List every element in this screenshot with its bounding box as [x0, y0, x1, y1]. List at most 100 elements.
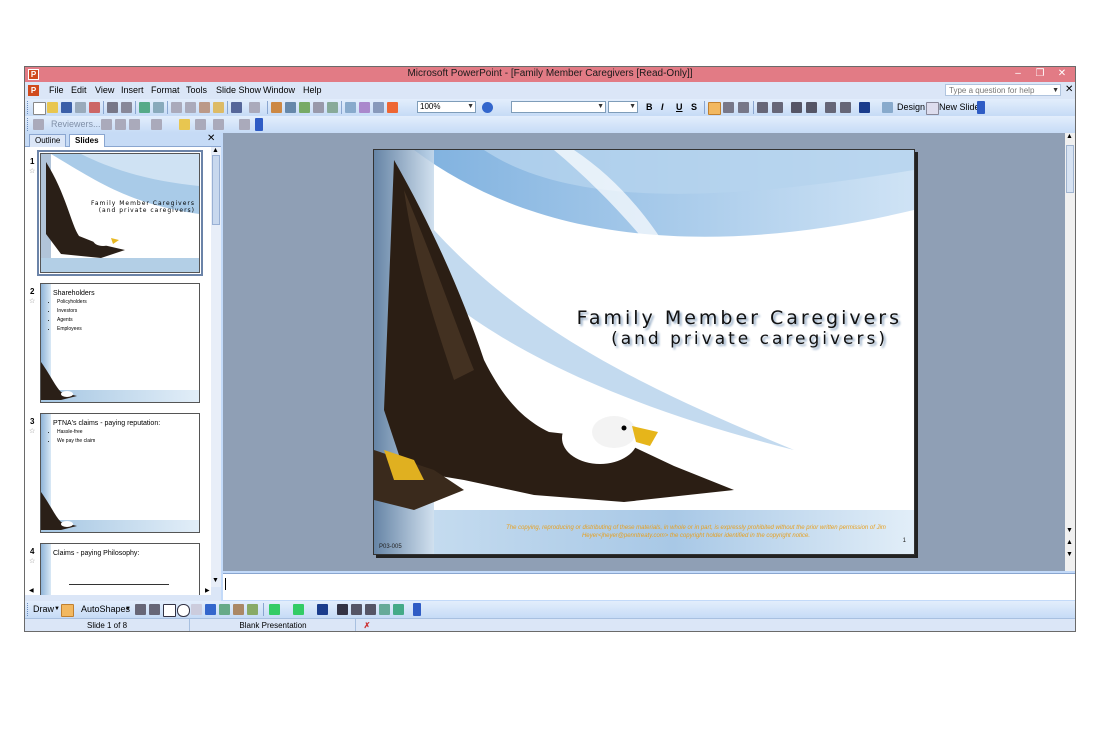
scroll-thumb[interactable]: [212, 155, 220, 225]
menu-edit[interactable]: Edit: [71, 85, 87, 95]
insert-picture-icon[interactable]: [327, 102, 338, 113]
print-preview-icon[interactable]: [121, 102, 132, 113]
toolbar-options-icon[interactable]: [255, 118, 263, 131]
underline-button[interactable]: U: [676, 102, 683, 112]
font-color-icon[interactable]: [859, 102, 870, 113]
previous-item-icon[interactable]: [101, 119, 112, 130]
fill-color-icon[interactable]: [269, 604, 280, 615]
decrease-indent-icon[interactable]: [825, 102, 836, 113]
rectangle-icon[interactable]: [163, 604, 176, 617]
edit-comment-icon[interactable]: [195, 119, 206, 130]
tables-borders-icon[interactable]: [299, 102, 310, 113]
slide-thumbnail-3[interactable]: PTNA's claims - paying reputation: Hassl…: [40, 413, 200, 533]
diagram-icon[interactable]: [219, 604, 230, 615]
increase-font-icon[interactable]: [791, 102, 802, 113]
scroll-thumb[interactable]: [1066, 145, 1074, 193]
menu-slide-show[interactable]: Slide Show: [216, 85, 261, 95]
scroll-up-icon[interactable]: ▲: [1066, 133, 1073, 140]
apply-icon[interactable]: [129, 119, 140, 130]
next-item-icon[interactable]: [115, 119, 126, 130]
font-color-icon[interactable]: [317, 604, 328, 615]
show-formatting-icon[interactable]: [359, 102, 370, 113]
color-grayscale-icon[interactable]: [387, 102, 398, 113]
new-icon[interactable]: [33, 102, 46, 115]
numbering-icon[interactable]: [757, 102, 768, 113]
thumbnails-hscroll[interactable]: ◀ ▶: [25, 587, 221, 595]
format-painter-icon[interactable]: [213, 102, 224, 113]
chevron-down-icon[interactable]: ▼: [629, 102, 636, 112]
markup-icon[interactable]: [33, 119, 44, 130]
arrow-style-icon[interactable]: [365, 604, 376, 615]
tab-slides[interactable]: Slides: [69, 134, 105, 147]
menu-insert[interactable]: Insert: [121, 85, 144, 95]
insert-diagram-icon[interactable]: [313, 102, 324, 113]
zoom-box[interactable]: 100% ▼: [417, 101, 476, 113]
tab-outline[interactable]: Outline: [29, 134, 67, 147]
scroll-left-icon[interactable]: ◀: [29, 587, 34, 594]
toolbar-options-icon[interactable]: [413, 603, 421, 616]
reviewing-pane-icon[interactable]: [239, 119, 250, 130]
previous-slide-icon[interactable]: ▲: [1066, 539, 1073, 546]
chevron-down-icon[interactable]: ▼: [1052, 85, 1059, 96]
paste-icon[interactable]: [199, 102, 210, 113]
save-icon[interactable]: [61, 102, 72, 113]
menu-window[interactable]: Window: [263, 85, 295, 95]
slide-subtitle[interactable]: (and private caregivers): [524, 329, 888, 349]
new-slide-icon[interactable]: [926, 102, 939, 115]
redo-icon[interactable]: [249, 102, 260, 113]
current-slide[interactable]: Family Member Caregivers (and private ca…: [373, 149, 915, 555]
thumbnails-scrollbar[interactable]: ▲ ▼: [211, 147, 221, 587]
autoshapes-menu-button[interactable]: AutoShapes: [81, 604, 130, 614]
email-icon[interactable]: [89, 102, 100, 113]
align-right-icon[interactable]: [738, 102, 749, 113]
help-search-box[interactable]: Type a question for help ▼: [945, 84, 1061, 96]
3d-style-icon[interactable]: [393, 604, 404, 615]
expand-all-icon[interactable]: [345, 102, 356, 113]
next-slide-icon[interactable]: ▼: [1066, 551, 1073, 558]
scroll-up-icon[interactable]: ▲: [212, 147, 219, 154]
toolbar-grip[interactable]: [27, 118, 31, 131]
slide-thumbnail-2[interactable]: Shareholders Policyholders Investors Age…: [40, 283, 200, 403]
research-icon[interactable]: [153, 102, 164, 113]
notes-pane[interactable]: [223, 573, 1075, 600]
chevron-down-icon[interactable]: ▼: [467, 102, 474, 112]
title-bar[interactable]: P Microsoft PowerPoint - [Family Member …: [25, 67, 1075, 82]
insert-table-icon[interactable]: [285, 102, 296, 113]
arrow-icon[interactable]: [149, 604, 160, 615]
draw-menu-button[interactable]: Draw: [33, 604, 54, 614]
oval-icon[interactable]: [177, 604, 190, 617]
copy-icon[interactable]: [185, 102, 196, 113]
pane-close-button[interactable]: ✕: [207, 133, 215, 144]
show-grid-icon[interactable]: [373, 102, 384, 113]
scroll-down-icon[interactable]: ▼: [212, 577, 219, 584]
menu-view[interactable]: View: [95, 85, 114, 95]
reviewers-button[interactable]: Reviewers...: [51, 119, 101, 129]
menu-file[interactable]: File: [49, 85, 64, 95]
delete-comment-icon[interactable]: [151, 119, 162, 130]
shadow-button[interactable]: S: [691, 102, 697, 112]
shadow-style-icon[interactable]: [379, 604, 390, 615]
wordart-icon[interactable]: [205, 604, 216, 615]
document-icon[interactable]: P: [28, 85, 39, 96]
chevron-down-icon[interactable]: ▼: [125, 606, 131, 612]
align-left-icon[interactable]: [708, 102, 721, 115]
help-icon[interactable]: [482, 102, 493, 113]
italic-button[interactable]: I: [661, 102, 664, 112]
dash-style-icon[interactable]: [351, 604, 362, 615]
insert-comment-icon[interactable]: [179, 119, 190, 130]
chevron-down-icon[interactable]: ▼: [597, 102, 604, 112]
permission-icon[interactable]: [75, 102, 86, 113]
slide-scrollbar[interactable]: ▲ ▼ ▲ ▼: [1065, 133, 1075, 571]
line-color-icon[interactable]: [293, 604, 304, 615]
design-button[interactable]: Design: [897, 102, 925, 112]
picture-icon[interactable]: [247, 604, 258, 615]
design-icon[interactable]: [882, 102, 893, 113]
chevron-down-icon[interactable]: ▼: [54, 606, 60, 612]
select-pointer-icon[interactable]: [61, 604, 74, 617]
new-slide-button[interactable]: New Slide: [939, 102, 980, 112]
slide-title[interactable]: Family Member Caregivers: [524, 307, 902, 329]
toolbar-grip[interactable]: [27, 101, 31, 114]
menu-tools[interactable]: Tools: [186, 85, 207, 95]
insert-chart-icon[interactable]: [271, 102, 282, 113]
line-style-icon[interactable]: [337, 604, 348, 615]
